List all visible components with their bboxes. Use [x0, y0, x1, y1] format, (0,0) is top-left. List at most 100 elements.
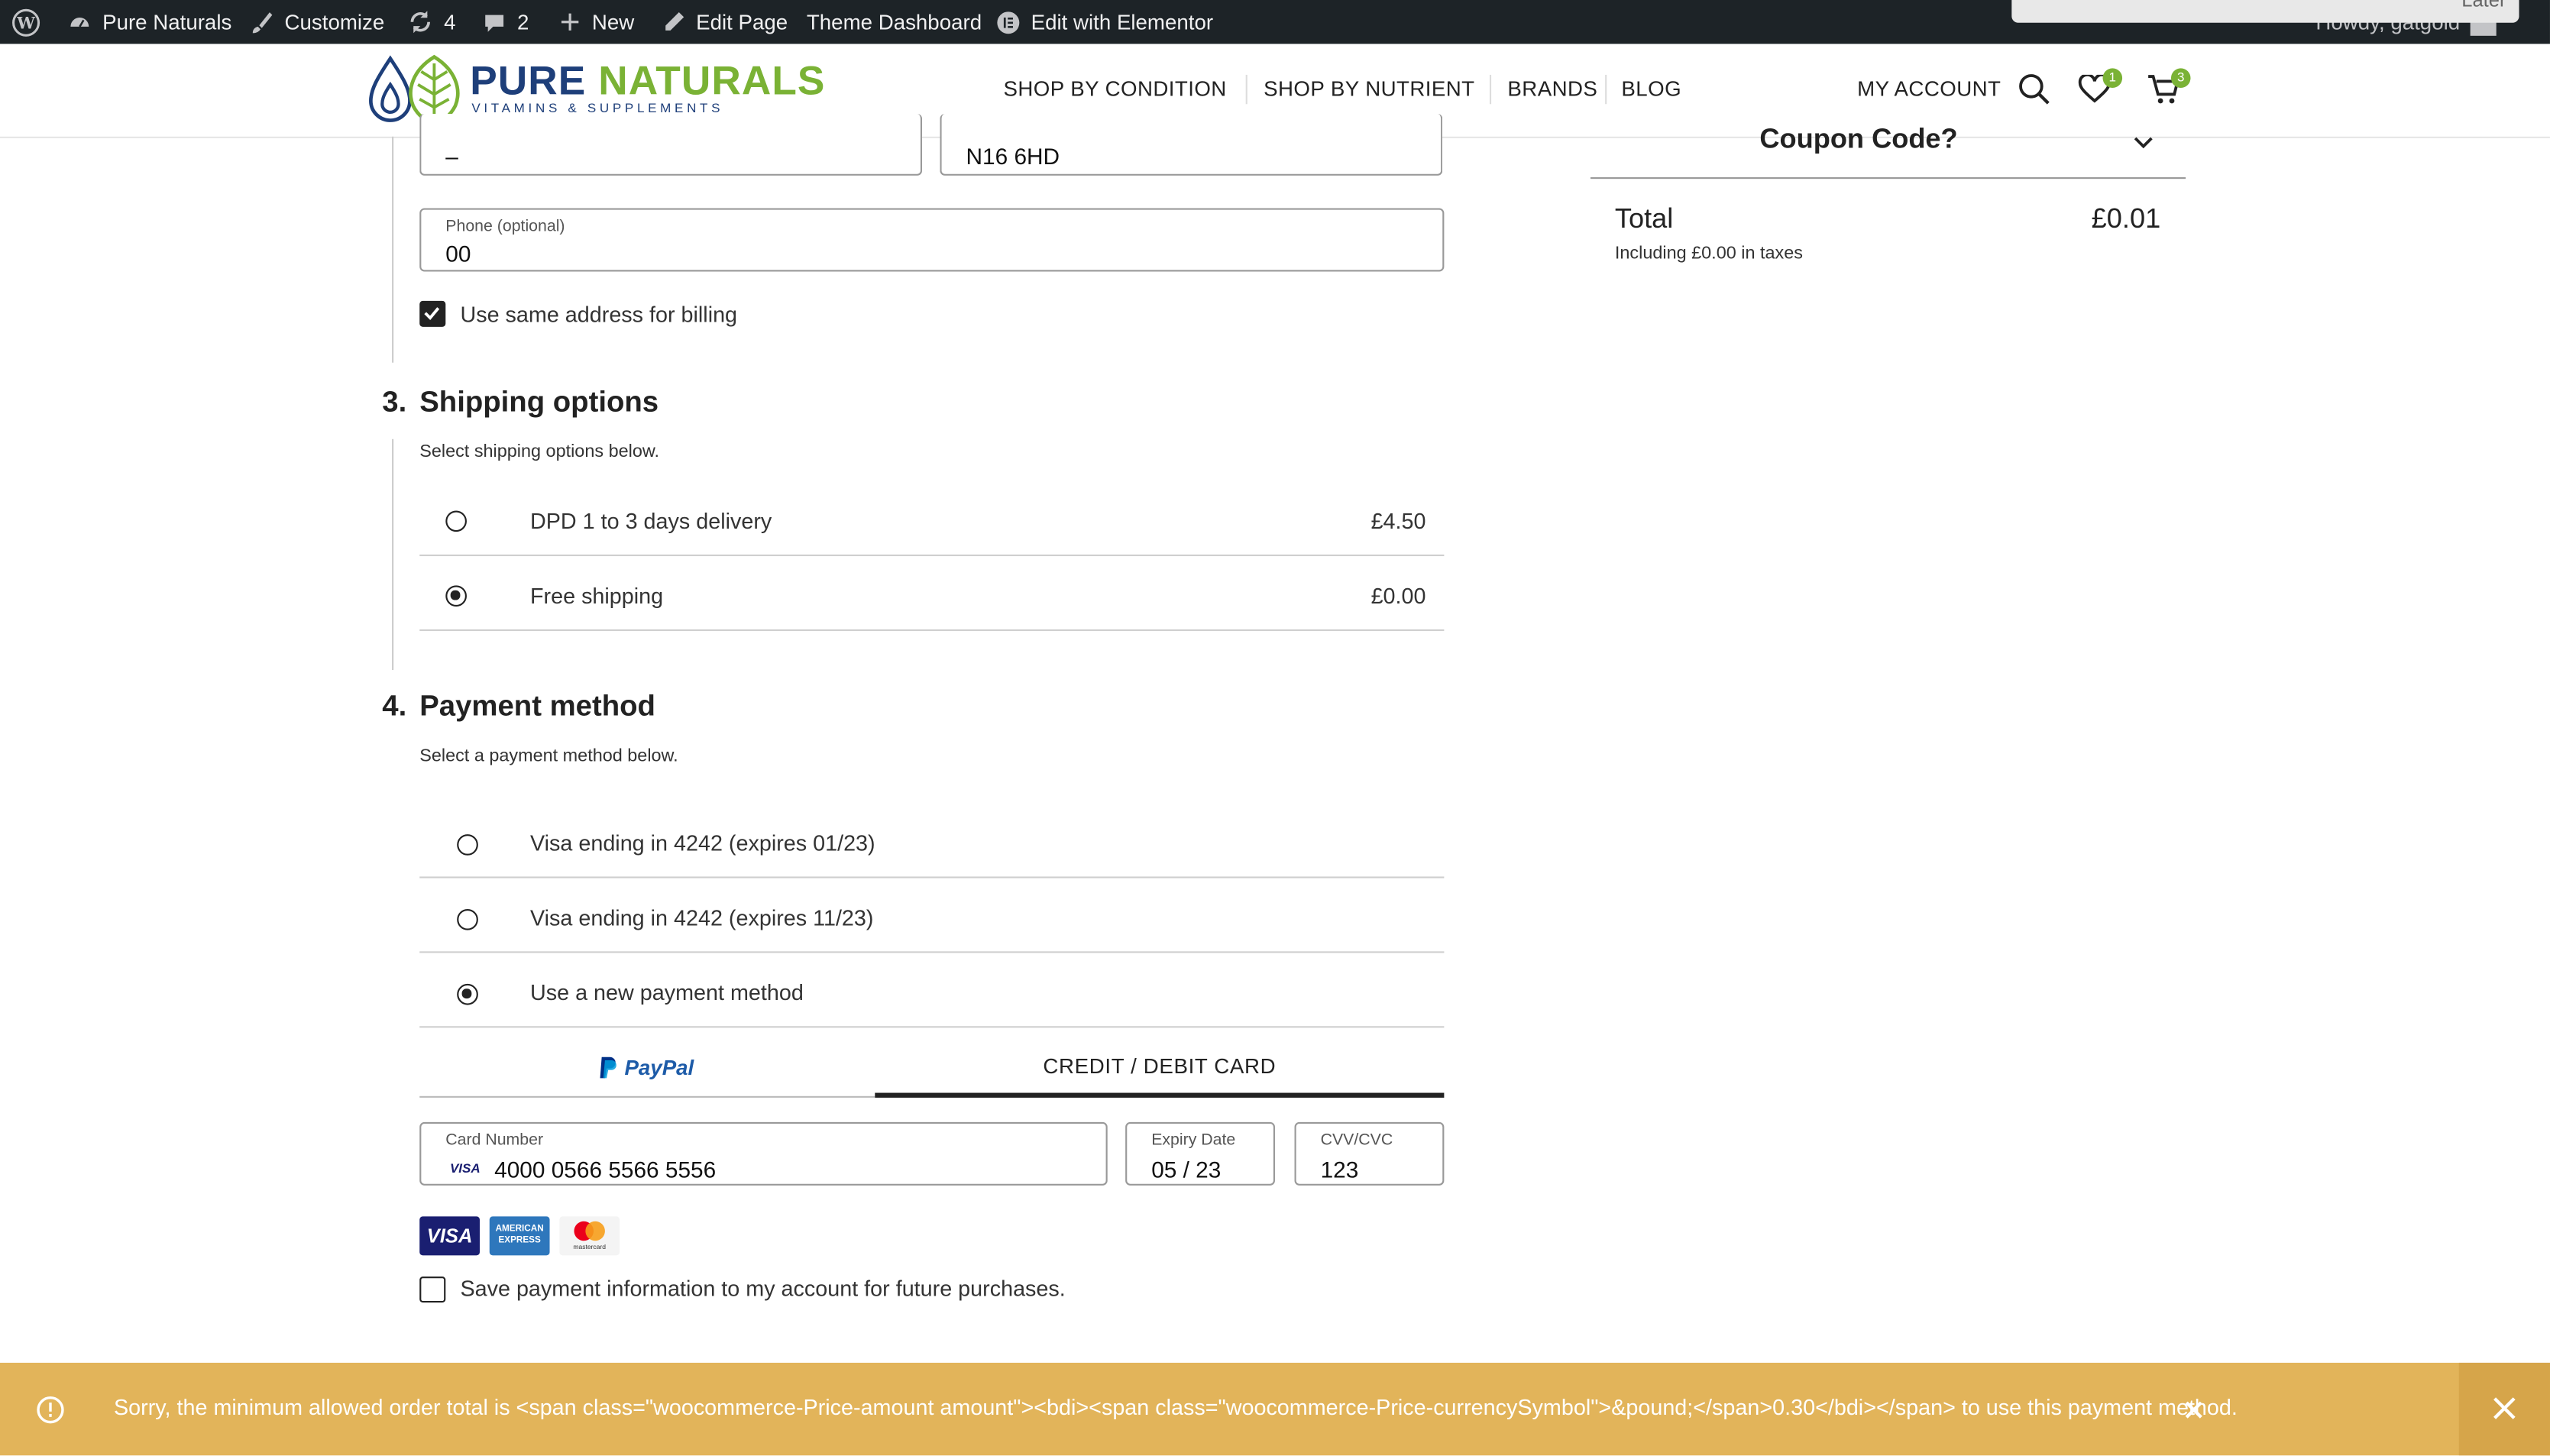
- tab-credit-debit-card[interactable]: CREDIT / DEBIT CARD: [875, 1040, 1445, 1098]
- payment-title: Payment method: [419, 689, 655, 723]
- nav-divider: [1489, 74, 1492, 105]
- paypal-logo: PayPal: [598, 1056, 694, 1080]
- admin-customize[interactable]: Customize: [249, 0, 385, 44]
- comment-icon: [485, 14, 504, 31]
- divider: [419, 1026, 1445, 1028]
- admin-bar: W Pure Naturals Customize 4 2 New Edit P…: [0, 0, 2550, 44]
- shipping-option-price: £0.00: [1370, 584, 1426, 609]
- payment-method-radio[interactable]: [457, 983, 478, 1005]
- tab-paypal[interactable]: PayPal: [419, 1040, 875, 1098]
- shipping-option-label[interactable]: Free shipping: [530, 584, 663, 608]
- admin-theme-dashboard[interactable]: Theme Dashboard: [807, 0, 982, 44]
- payment-step-number: 4.: [382, 689, 407, 723]
- card-number-label: Card Number: [445, 1131, 544, 1150]
- divider: [419, 629, 1445, 631]
- dashboard-icon: [70, 16, 89, 27]
- pencil-icon: [665, 11, 684, 31]
- phone-value: 00: [445, 241, 471, 267]
- coupon-toggle[interactable]: Coupon Code?: [1759, 124, 1957, 157]
- cvv-field[interactable]: CVV/CVC 123: [1294, 1121, 1445, 1186]
- mastercard-label: mastercard: [573, 1242, 606, 1251]
- paypal-label: PayPal: [624, 1055, 694, 1080]
- postcode-field[interactable]: N16 6HD: [940, 114, 1443, 176]
- divider: [1590, 177, 2186, 180]
- admin-new-label: New: [591, 9, 635, 34]
- wishlist-count-badge: 1: [2102, 68, 2123, 88]
- info-icon: [36, 1396, 65, 1433]
- admin-updates-count: 4: [444, 9, 456, 34]
- divider: [419, 951, 1445, 953]
- payment-method-radio[interactable]: [457, 908, 478, 930]
- card-number-value: 4000 0566 5566 5556: [494, 1156, 717, 1183]
- search-icon[interactable]: [2018, 73, 2051, 114]
- save-payment-checkbox[interactable]: [419, 1276, 446, 1303]
- paypal-icon: [600, 1056, 616, 1079]
- svg-text:W: W: [16, 12, 35, 31]
- admin-site-name[interactable]: Pure Naturals: [66, 0, 231, 44]
- brush-icon: [252, 11, 273, 33]
- wordpress-logo-icon[interactable]: W: [11, 0, 40, 44]
- divider: [419, 876, 1445, 878]
- later-button[interactable]: Later: [2461, 0, 2506, 11]
- shipping-option-label[interactable]: DPD 1 to 3 days delivery: [530, 509, 772, 533]
- shipping-step-number: 3.: [382, 385, 407, 419]
- close-icon: [2493, 1397, 2516, 1419]
- expiry-date-label: Expiry Date: [1151, 1131, 1236, 1150]
- dismiss-message-icon[interactable]: [2184, 1399, 2204, 1428]
- page-canvas: W Pure Naturals Customize 4 2 New Edit P…: [0, 0, 2550, 1456]
- nav-blog[interactable]: BLOG: [1621, 76, 1681, 101]
- payment-subtitle: Select a payment method below.: [419, 746, 678, 766]
- logo-text[interactable]: PURE NATURALS: [470, 59, 825, 106]
- admin-customize-label: Customize: [284, 9, 385, 34]
- cvv-label: CVV/CVC: [1320, 1131, 1393, 1150]
- nav-divider: [1245, 74, 1247, 105]
- admin-edit-elementor-label: Edit with Elementor: [1031, 9, 1214, 34]
- chevron-down-icon[interactable]: [2132, 130, 2155, 159]
- taxes-note: Including £0.00 in taxes: [1614, 244, 1803, 264]
- shipping-subtitle: Select shipping options below.: [419, 442, 659, 462]
- nav-shop-by-nutrient[interactable]: SHOP BY NUTRIENT: [1264, 76, 1474, 101]
- card-number-field[interactable]: Card Number VISA 4000 0566 5566 5556: [419, 1121, 1108, 1186]
- payment-method-label[interactable]: Visa ending in 4242 (expires 11/23): [530, 906, 874, 930]
- payment-method-label[interactable]: Visa ending in 4242 (expires 01/23): [530, 831, 875, 856]
- admin-comments-count: 2: [516, 9, 529, 34]
- close-notice-button[interactable]: [2458, 1362, 2550, 1456]
- admin-edit-elementor[interactable]: Edit with Elementor: [995, 0, 1213, 44]
- total-label: Total: [1614, 203, 1674, 235]
- save-payment-label: Save payment information to my account f…: [460, 1276, 1066, 1302]
- error-message: Sorry, the minimum allowed order total i…: [114, 1395, 2238, 1420]
- admin-theme-dashboard-label: Theme Dashboard: [806, 9, 982, 34]
- admin-edit-page-label: Edit Page: [696, 9, 788, 34]
- plus-icon: [561, 13, 579, 31]
- same-billing-checkbox[interactable]: [419, 300, 446, 327]
- payment-method-radio[interactable]: [457, 834, 478, 856]
- shipping-option-radio[interactable]: [445, 510, 467, 532]
- nav-brands[interactable]: BRANDS: [1507, 76, 1597, 101]
- logo-pure: PURE: [470, 58, 587, 105]
- logo-naturals: NATURALS: [598, 58, 826, 105]
- admin-new[interactable]: New: [558, 0, 634, 44]
- same-billing-label: Use same address for billing: [460, 302, 738, 327]
- my-account-link[interactable]: MY ACCOUNT: [1857, 76, 2001, 101]
- shipping-option-radio[interactable]: [445, 585, 467, 607]
- admin-comments[interactable]: 2: [481, 0, 529, 44]
- nav-divider: [1605, 74, 1607, 105]
- expiry-date-value: 05 / 23: [1151, 1156, 1222, 1183]
- amex-logo: AMERICAN EXPRESS: [489, 1216, 550, 1256]
- admin-site-name-label: Pure Naturals: [102, 9, 232, 34]
- elementor-icon: [997, 11, 1020, 34]
- checkmark-icon: [424, 307, 440, 321]
- shipping-title: Shipping options: [419, 385, 659, 419]
- payment-method-label[interactable]: Use a new payment method: [530, 981, 804, 1005]
- phone-field[interactable]: Phone (optional) 00: [419, 208, 1445, 272]
- expiry-date-field[interactable]: Expiry Date 05 / 23: [1125, 1121, 1275, 1186]
- visa-logo: VISA: [419, 1216, 480, 1256]
- admin-edit-page[interactable]: Edit Page: [662, 0, 788, 44]
- visa-card-icon: VISA: [445, 1157, 485, 1179]
- step-rule: [392, 438, 394, 671]
- nav-shop-by-condition[interactable]: SHOP BY CONDITION: [1003, 76, 1226, 101]
- address-field-left[interactable]: –: [419, 114, 923, 176]
- divider: [419, 554, 1445, 557]
- cvv-value: 123: [1320, 1156, 1359, 1183]
- admin-updates[interactable]: 4: [406, 0, 456, 44]
